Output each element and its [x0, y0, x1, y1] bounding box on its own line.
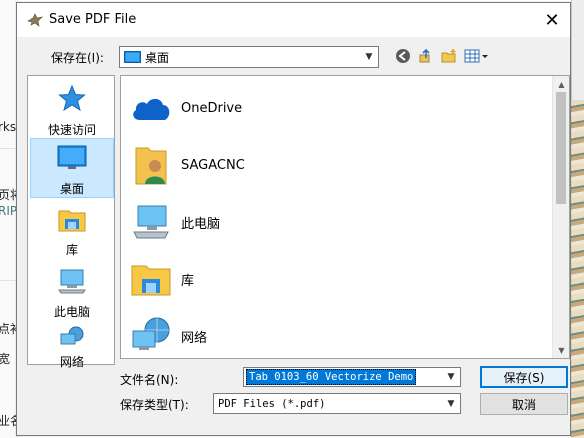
filetype-dropdown[interactable]: PDF Files (*.pdf) ▼	[213, 393, 461, 414]
computer-icon	[129, 200, 173, 244]
background-artwork	[571, 100, 584, 438]
computer-icon	[57, 268, 87, 297]
filetype-value: PDF Files (*.pdf)	[218, 397, 326, 410]
close-button[interactable]: ✕	[534, 3, 570, 37]
scroll-up-icon[interactable]: ▲	[553, 76, 570, 92]
place-desktop[interactable]: 桌面	[30, 138, 114, 198]
save-in-label: 保存在(I):	[51, 51, 104, 65]
network-icon	[58, 326, 86, 351]
new-folder-button[interactable]	[438, 46, 460, 68]
user-folder-icon	[129, 143, 173, 187]
list-item-library[interactable]: 库	[129, 251, 549, 307]
place-label: 桌面	[59, 182, 84, 196]
chevron-down-icon: ▼	[365, 52, 373, 62]
background-panel	[571, 0, 584, 100]
scroll-down-icon[interactable]: ▼	[553, 342, 570, 358]
place-label: 此电脑	[53, 305, 90, 319]
save-in-value: 桌面	[145, 50, 170, 65]
list-item-network[interactable]: 网络	[129, 308, 549, 364]
file-name: 网络	[181, 330, 208, 346]
place-network[interactable]: 网络	[30, 324, 114, 369]
cancel-button[interactable]: 取消	[480, 393, 568, 415]
star-icon	[58, 84, 86, 115]
filename-value: Tab 0103_60 Vectorize Demo	[246, 369, 417, 385]
cloud-icon	[129, 86, 173, 130]
place-label: 库	[65, 243, 78, 257]
back-arrow-icon	[395, 48, 411, 67]
background-text-3: RIP	[0, 204, 18, 218]
chevron-down-icon: ▼	[447, 398, 455, 409]
chevron-down-icon[interactable]: ▼	[442, 368, 460, 386]
background-text-1: rks	[0, 120, 17, 134]
view-menu-icon	[464, 48, 490, 67]
close-icon: ✕	[544, 9, 560, 31]
desktop-icon	[124, 50, 141, 64]
place-label: 快速访问	[47, 123, 96, 137]
file-name: 库	[181, 273, 195, 289]
title-bar: Save PDF File ✕	[17, 3, 570, 37]
library-icon	[129, 257, 173, 301]
file-name: OneDrive	[181, 100, 243, 116]
app-bird-icon	[27, 12, 43, 28]
place-quick-access[interactable]: 快速访问	[30, 78, 114, 138]
filetype-label: 保存类型(T):	[120, 398, 189, 412]
place-label: 网络	[59, 355, 84, 369]
back-button[interactable]	[392, 46, 414, 68]
file-name: 此电脑	[181, 216, 221, 232]
places-bar: 快速访问 桌面 库 此电脑 网络	[27, 75, 115, 369]
list-item-this-pc[interactable]: 此电脑	[129, 194, 549, 250]
scroll-thumb[interactable]	[556, 92, 566, 204]
file-list: OneDrive SAGACNC 此电脑 库 网络 ▲ ▼	[120, 75, 570, 359]
vertical-scrollbar[interactable]: ▲ ▼	[552, 76, 569, 358]
list-item-onedrive[interactable]: OneDrive	[129, 80, 549, 136]
up-folder-button[interactable]	[415, 46, 437, 68]
save-button[interactable]: 保存(S)	[480, 366, 568, 388]
new-folder-icon	[441, 48, 457, 67]
list-item-sagacnc[interactable]: SAGACNC	[129, 137, 549, 193]
cancel-button-label: 取消	[511, 397, 536, 412]
desktop-icon	[57, 145, 87, 174]
save-in-dropdown[interactable]: 桌面 ▼	[119, 46, 379, 68]
save-pdf-dialog: Save PDF File ✕ 保存在(I): 桌面 ▼ 快速访问 桌面 库 此…	[16, 2, 571, 436]
network-icon	[129, 314, 173, 358]
filename-input[interactable]: Tab 0103_60 Vectorize Demo ▼	[243, 367, 461, 387]
view-menu-button[interactable]	[463, 46, 491, 68]
filename-label: 文件名(N):	[120, 373, 179, 387]
library-icon	[58, 206, 86, 235]
up-folder-icon	[418, 48, 434, 67]
place-library[interactable]: 库	[30, 200, 114, 260]
background-text-5: 宽	[0, 352, 11, 366]
dialog-title: Save PDF File	[49, 12, 137, 27]
save-button-label: 保存(S)	[503, 370, 545, 385]
file-name: SAGACNC	[181, 157, 245, 173]
place-this-pc[interactable]: 此电脑	[30, 262, 114, 322]
